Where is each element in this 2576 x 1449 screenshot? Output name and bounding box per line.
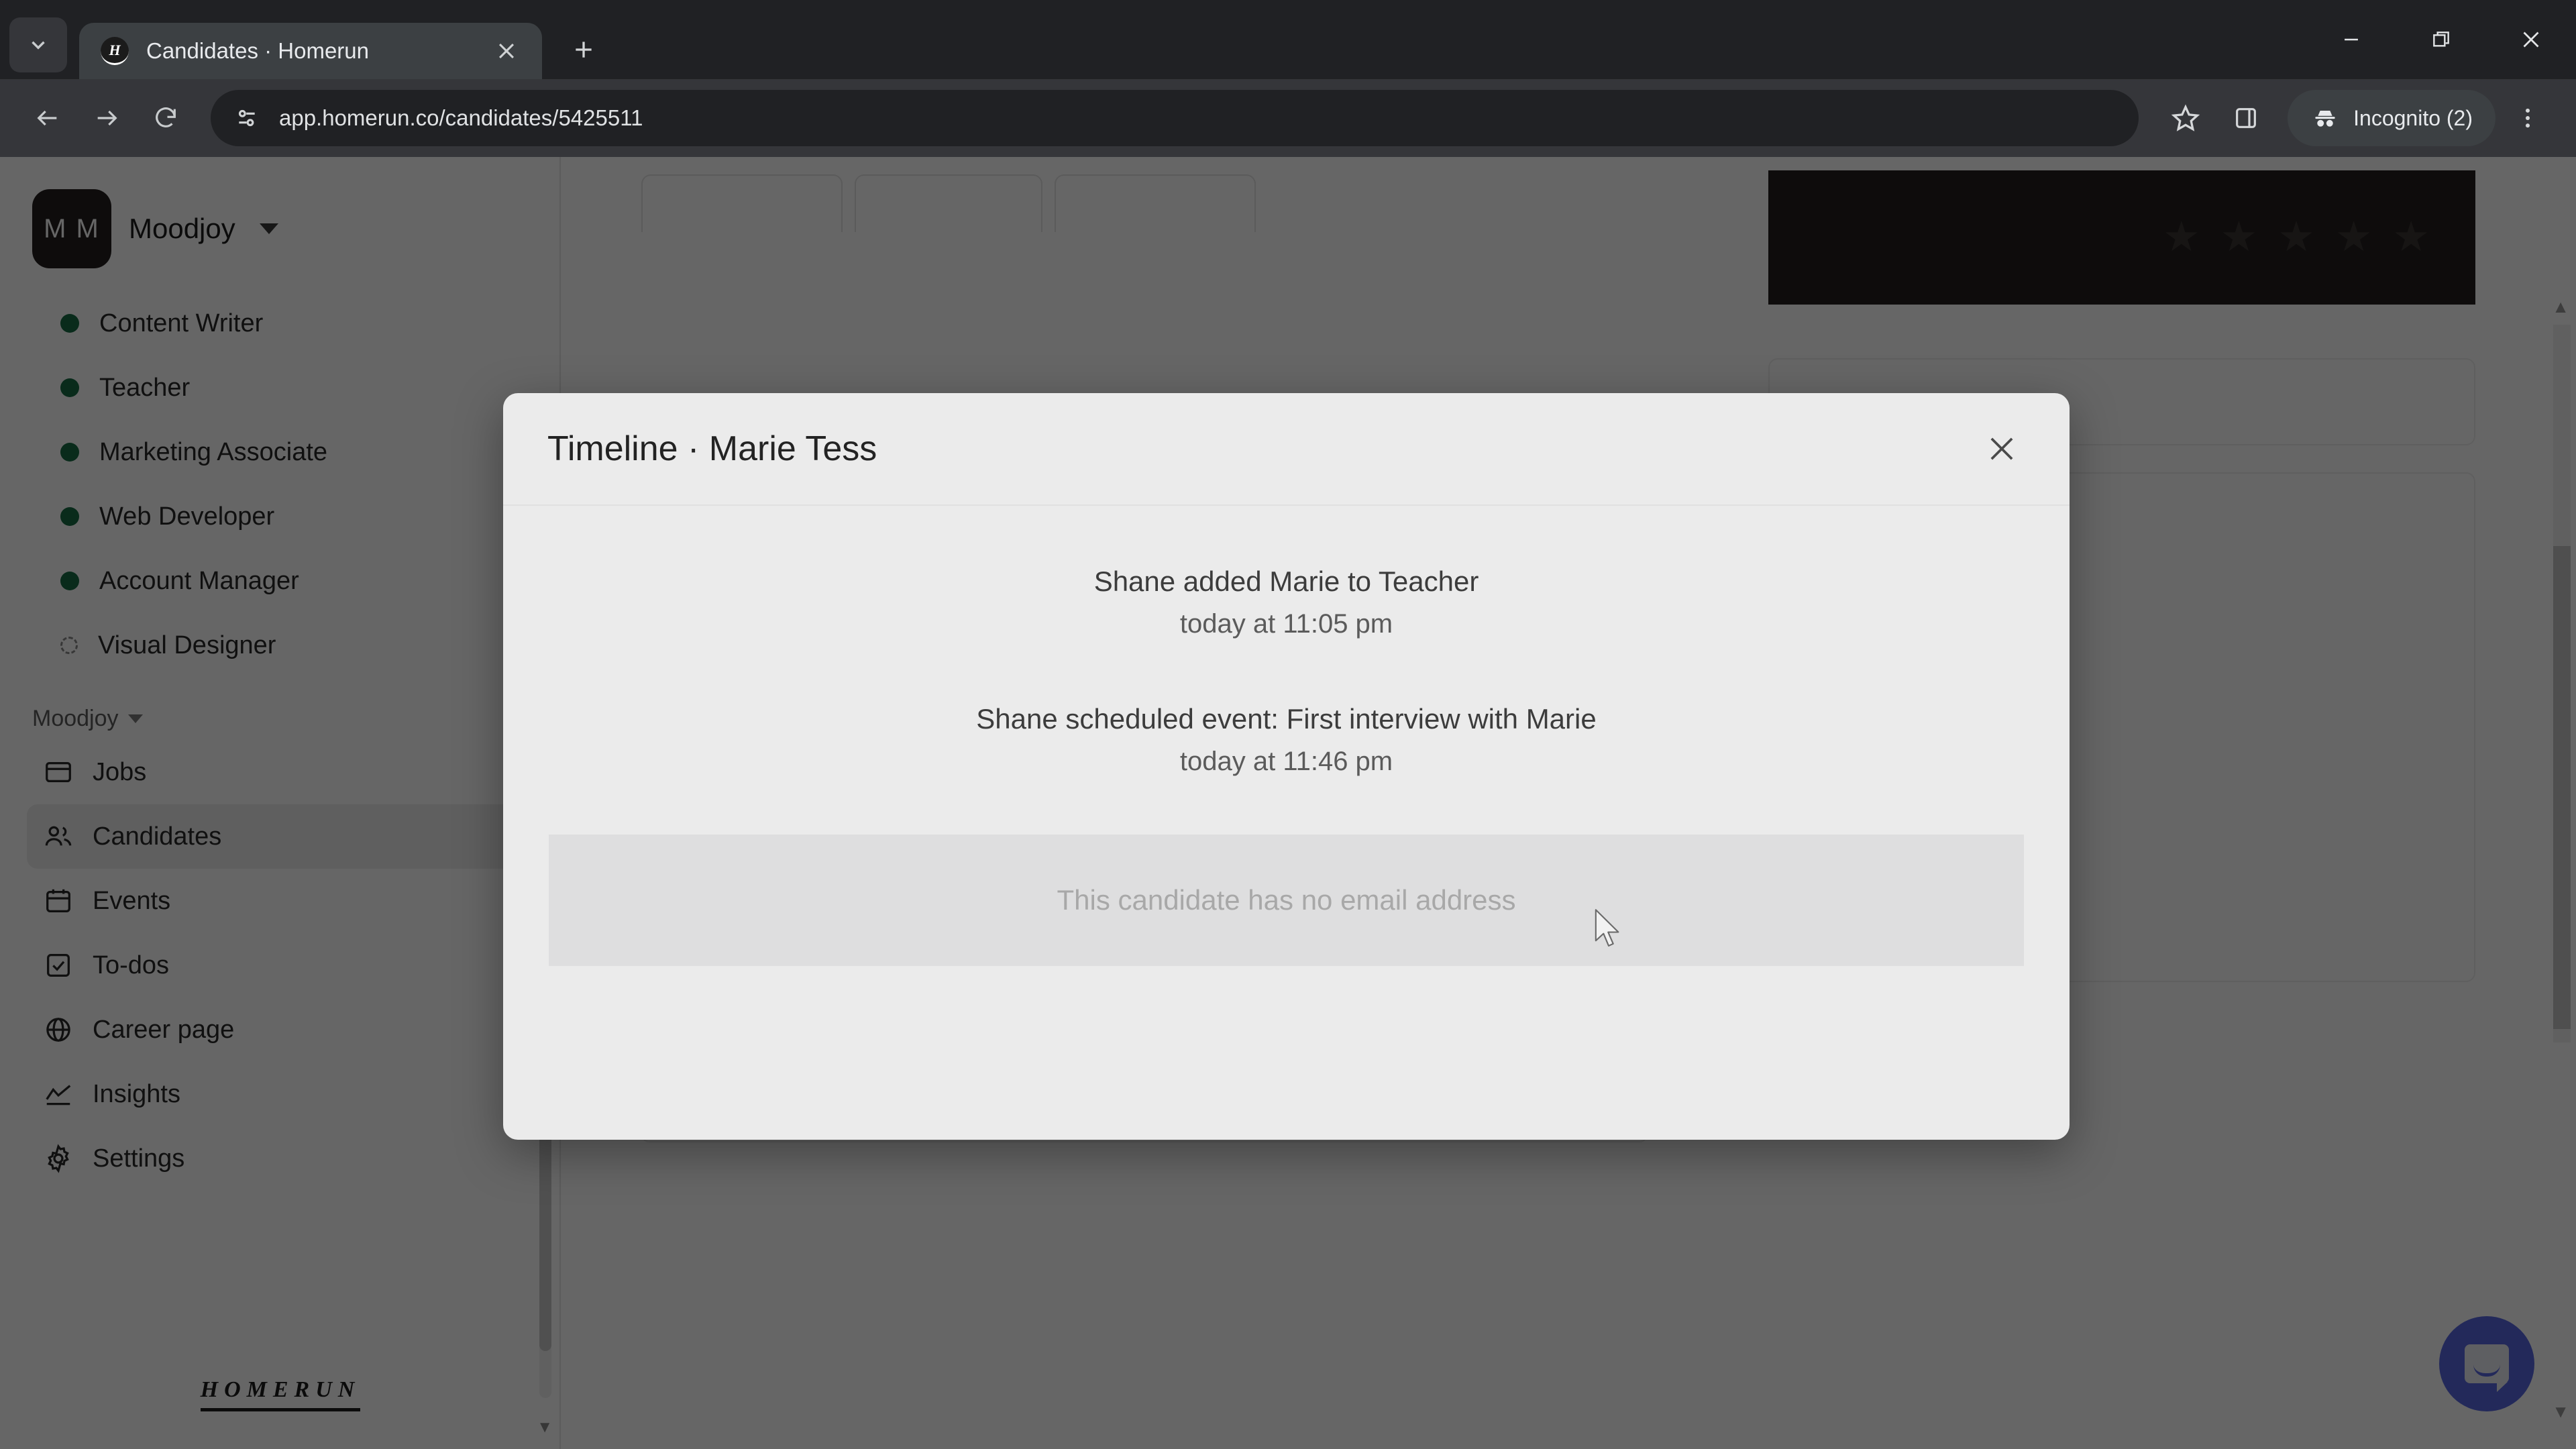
modal-title: Timeline · Marie Tess — [547, 429, 877, 468]
timeline-entry-text: Shane added Marie to Teacher — [1093, 566, 1479, 597]
star-icon[interactable] — [2157, 90, 2214, 146]
incognito-profile-button[interactable]: Incognito (2) — [2288, 90, 2496, 146]
incognito-icon — [2310, 103, 2340, 133]
close-window-icon[interactable] — [2486, 0, 2576, 79]
timeline-modal: Timeline · Marie Tess Shane added Marie … — [503, 393, 2070, 1140]
maximize-icon[interactable] — [2396, 0, 2486, 79]
browser-toolbar: app.homerun.co/candidates/5425511 Incogn… — [0, 79, 2576, 157]
address-bar[interactable]: app.homerun.co/candidates/5425511 — [211, 90, 2139, 146]
side-panel-icon[interactable] — [2218, 90, 2274, 146]
homerun-favicon-icon: H — [101, 37, 129, 65]
forward-arrow-icon[interactable] — [79, 91, 134, 146]
tab-title: Candidates · Homerun — [146, 38, 369, 63]
modal-header: Timeline · Marie Tess — [503, 393, 2070, 506]
browser-tab[interactable]: H Candidates · Homerun — [79, 23, 542, 79]
tab-search-button[interactable] — [9, 17, 67, 72]
timeline-entry: Shane added Marie to Teacher today at 11… — [503, 559, 2070, 645]
new-tab-button[interactable] — [561, 27, 606, 72]
no-email-notice: This candidate has no email address — [549, 835, 2024, 967]
timeline-entry-text: Shane scheduled event: First interview w… — [976, 703, 1597, 735]
no-email-notice-text: This candidate has no email address — [1057, 884, 1516, 916]
close-modal-button[interactable] — [1970, 417, 2033, 480]
close-tab-icon[interactable] — [488, 33, 525, 69]
url-text: app.homerun.co/candidates/5425511 — [279, 105, 643, 130]
modal-body: Shane added Marie to Teacher today at 11… — [503, 506, 2070, 967]
timeline-entry-time: today at 11:05 pm — [1179, 609, 1393, 639]
timeline-entry: Shane scheduled event: First interview w… — [503, 697, 2070, 782]
incognito-label: Incognito (2) — [2353, 105, 2473, 130]
tab-strip: H Candidates · Homerun — [0, 0, 2576, 79]
browser-window: H Candidates · Homerun app.homerun.co/ca… — [0, 0, 2576, 1449]
reload-icon[interactable] — [138, 91, 193, 146]
three-dot-menu-icon[interactable] — [2500, 90, 2556, 146]
page-viewport: M M Moodjoy Content Writer Teacher — [0, 157, 2576, 1449]
mouse-cursor — [1593, 908, 1624, 950]
timeline-entry-time: today at 11:46 pm — [1179, 747, 1393, 777]
minimize-icon[interactable] — [2306, 0, 2396, 79]
site-settings-icon[interactable] — [233, 105, 260, 131]
back-arrow-icon[interactable] — [20, 91, 75, 146]
window-controls — [2306, 0, 2576, 79]
